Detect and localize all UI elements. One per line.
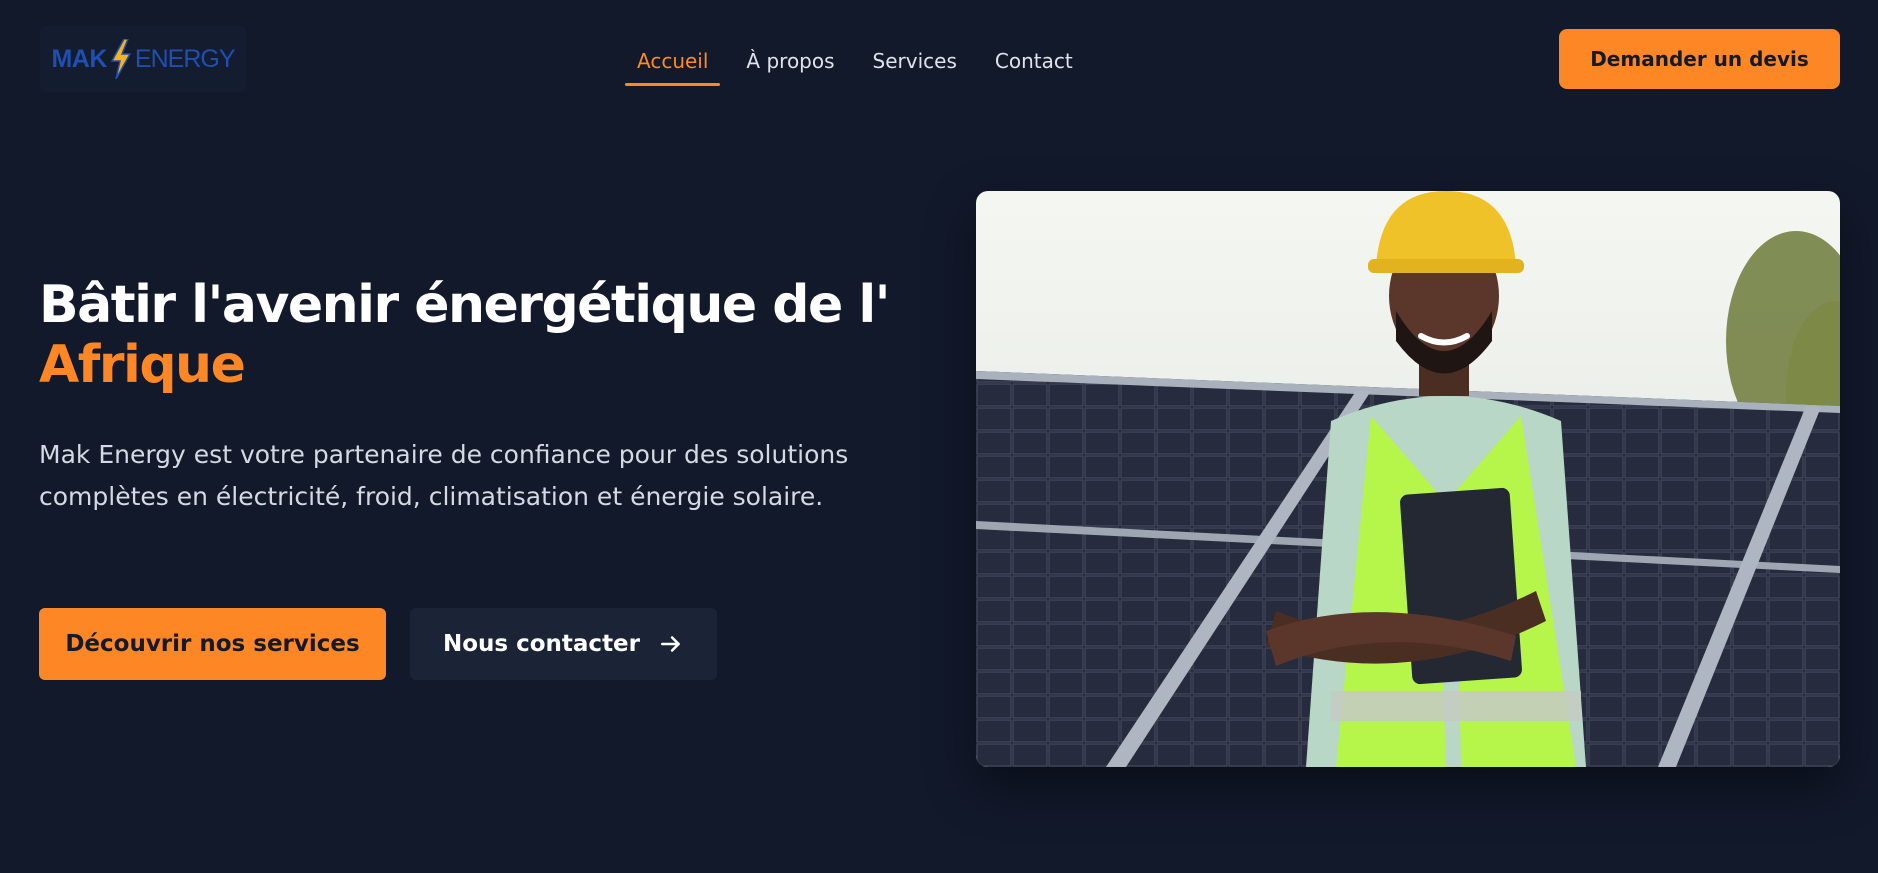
hero-title-line1: Bâtir l'avenir énergétique de l' — [39, 275, 891, 335]
main-nav: Accueil À propos Services Contact — [625, 36, 1085, 86]
hero-title: Bâtir l'avenir énergétique de l' Afrique — [39, 275, 919, 395]
arrow-right-icon — [661, 636, 680, 652]
nav-item-accueil[interactable]: Accueil — [625, 36, 721, 86]
site-header: MAK ENERGY Accueil À propos Services Con… — [0, 0, 1878, 118]
contact-us-button[interactable]: Nous contacter — [410, 608, 717, 680]
contact-us-label: Nous contacter — [442, 631, 641, 657]
lightning-bolt-icon — [110, 39, 132, 79]
discover-services-button[interactable]: Découvrir nos services — [39, 608, 386, 680]
hero-description: Mak Energy est votre partenaire de confi… — [39, 440, 849, 511]
logo-text-mak: MAK — [51, 44, 107, 73]
hero-title-accent: Afrique — [39, 335, 246, 395]
solar-worker-illustration — [976, 191, 1840, 767]
request-quote-button[interactable]: Demander un devis — [1559, 29, 1840, 89]
brand-logo[interactable]: MAK ENERGY — [40, 26, 246, 92]
nav-item-services[interactable]: Services — [861, 36, 969, 86]
hero-photo — [976, 191, 1840, 767]
nav-item-a-propos[interactable]: À propos — [734, 36, 846, 86]
logo-text-energy: ENERGY — [134, 44, 236, 73]
nav-item-contact[interactable]: Contact — [983, 36, 1085, 86]
